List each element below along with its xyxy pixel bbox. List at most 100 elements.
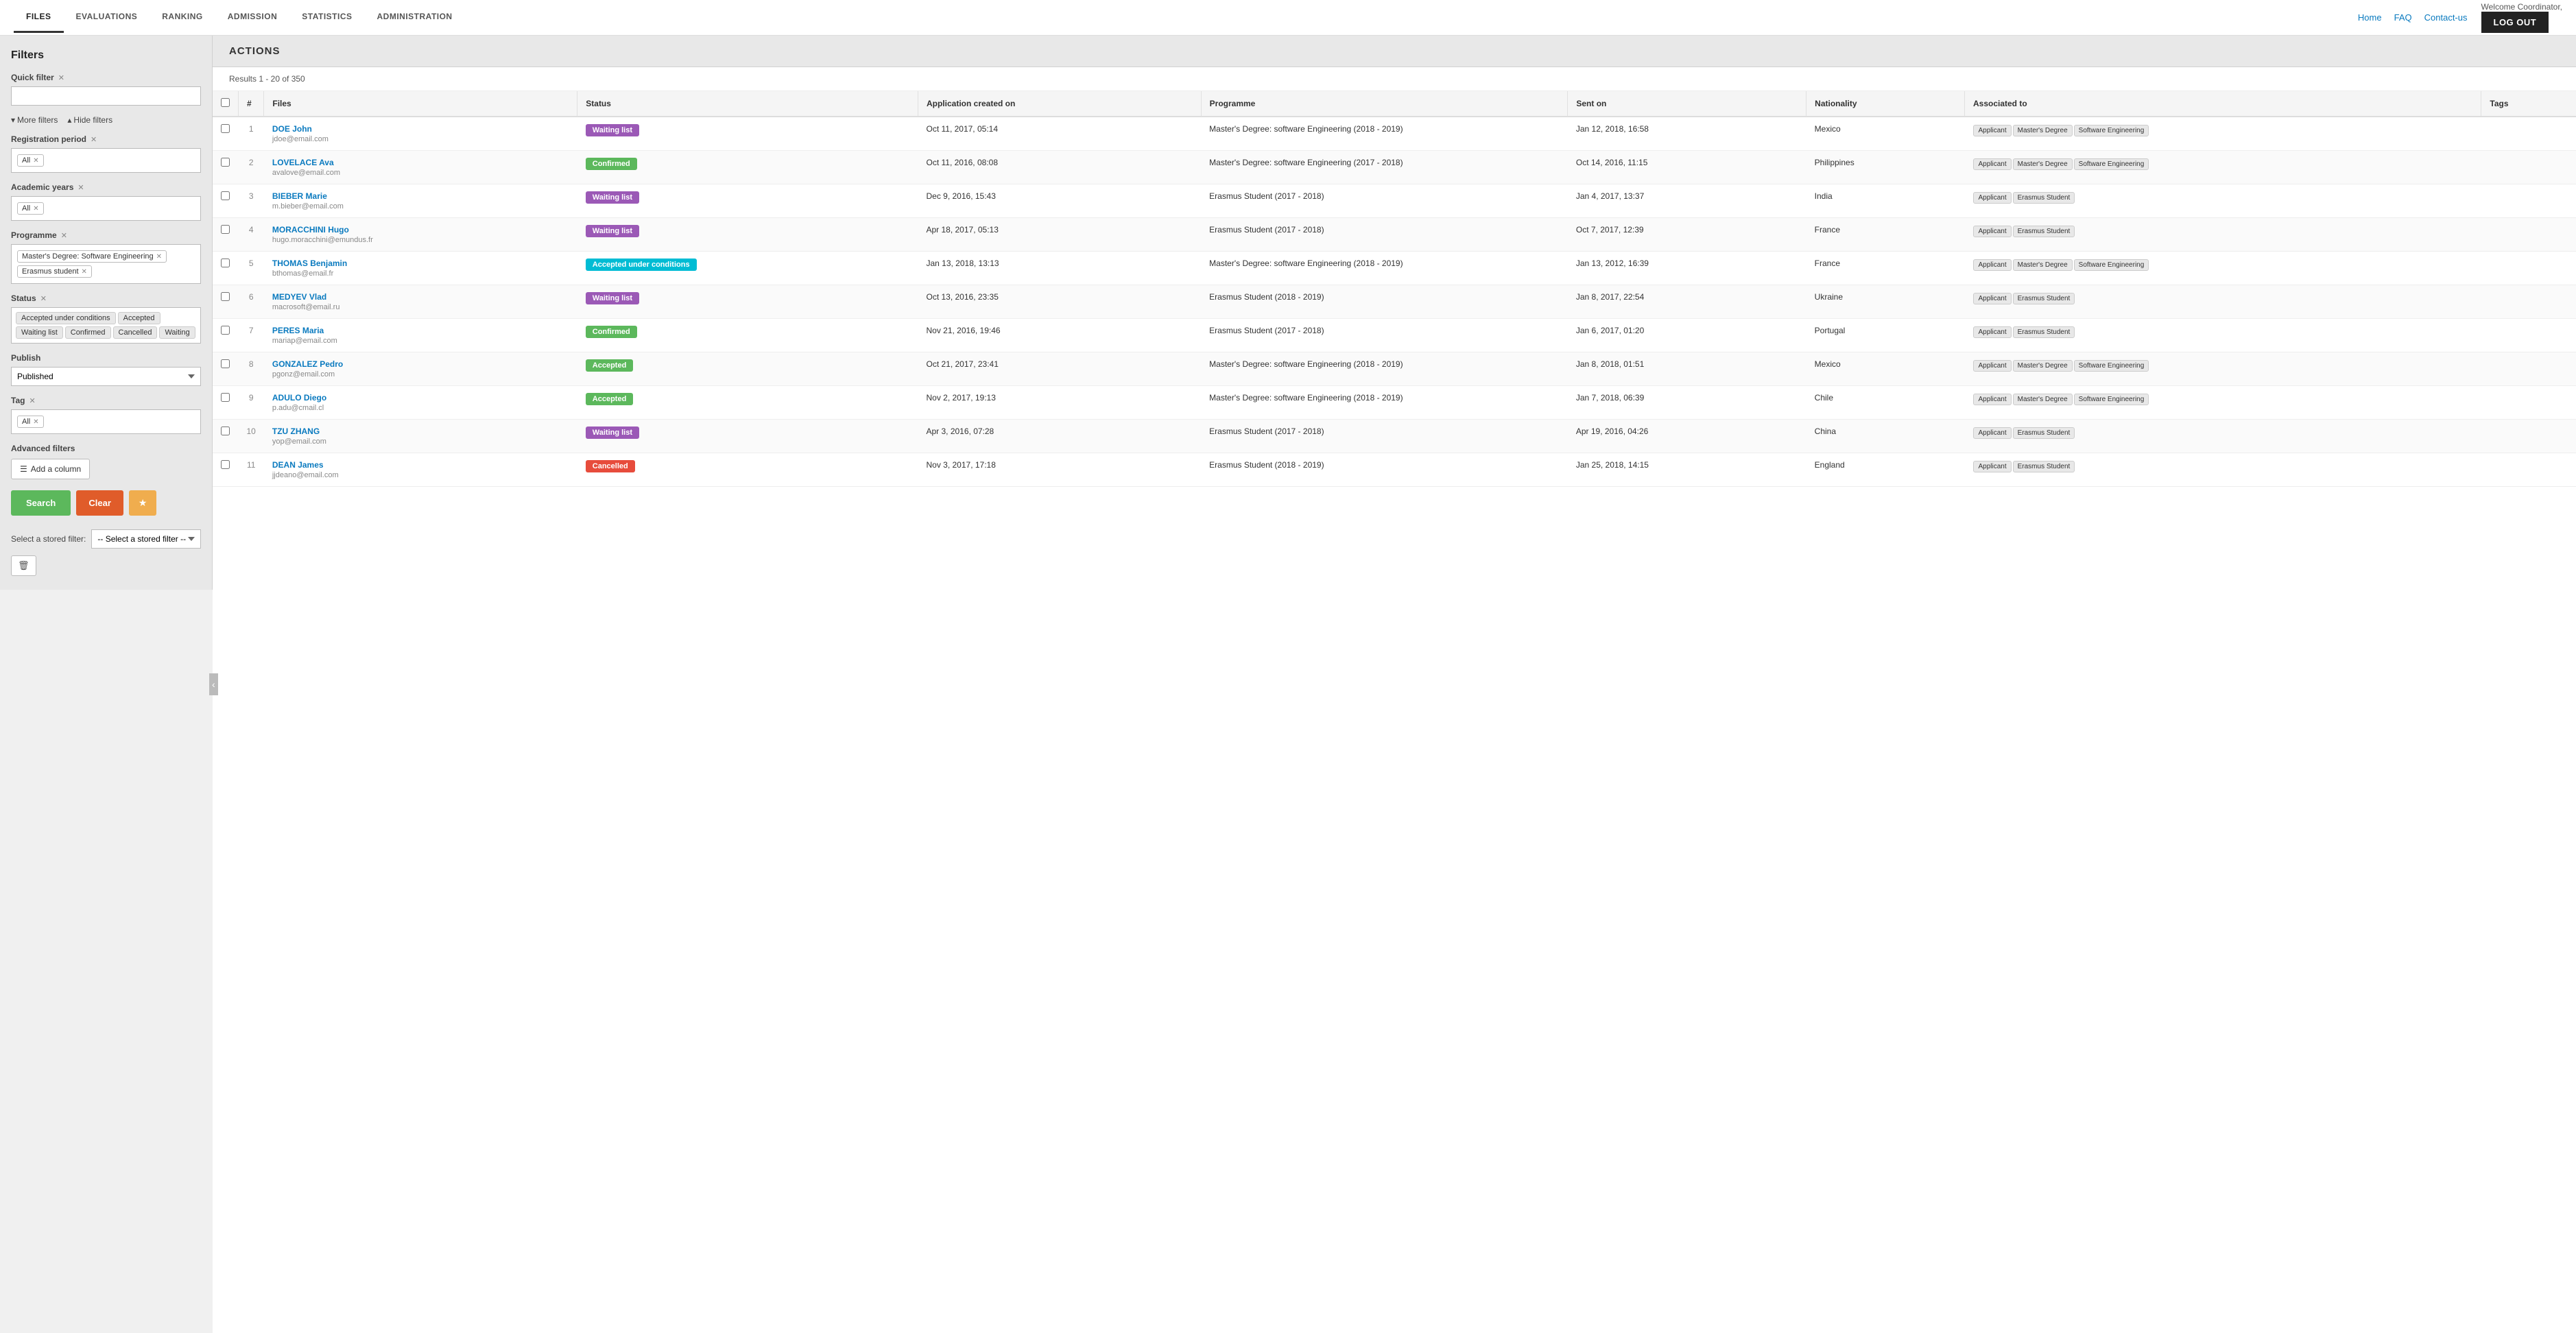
tag-all-pill[interactable]: All ✕	[17, 416, 44, 428]
quick-filter-section: Quick filter ✕	[11, 73, 201, 106]
sidebar-collapse-button[interactable]: ‹	[209, 673, 218, 695]
row-checkbox[interactable]	[221, 158, 230, 167]
tab-evaluations[interactable]: EVALUATIONS	[64, 2, 150, 33]
file-name-link[interactable]: BIEBER Marie	[272, 191, 569, 201]
row-checkbox-cell	[213, 386, 239, 420]
filters-title: Filters	[11, 49, 201, 62]
status-clear[interactable]: ✕	[40, 294, 47, 303]
tab-files[interactable]: FILES	[14, 2, 64, 33]
file-name-link[interactable]: PERES Maria	[272, 326, 569, 335]
tag-badge: Applicant	[1973, 259, 2011, 271]
row-checkbox[interactable]	[221, 326, 230, 335]
table-row: 10 TZU ZHANG yop@email.com Waiting list …	[213, 420, 2576, 453]
tab-administration[interactable]: ADMINISTRATION	[365, 2, 465, 33]
registration-period-clear[interactable]: ✕	[91, 135, 97, 144]
tag-clear[interactable]: ✕	[29, 396, 35, 405]
row-status: Waiting list	[577, 420, 918, 453]
programme-label: Programme ✕	[11, 230, 201, 240]
table-row: 9 ADULO Diego p.adu@cmail.cl Accepted No…	[213, 386, 2576, 420]
row-status: Accepted under conditions	[577, 252, 918, 285]
trash-row: 🗑	[11, 555, 201, 576]
status-pill-waiting-list[interactable]: Waiting list	[16, 326, 63, 339]
academic-years-all-remove[interactable]: ✕	[33, 205, 38, 213]
row-sent-on: Jan 8, 2018, 01:51	[1568, 352, 1806, 386]
row-checkbox[interactable]	[221, 427, 230, 435]
tag-all-remove[interactable]: ✕	[33, 418, 38, 426]
row-tags: ApplicantErasmus Student	[1964, 453, 2481, 487]
quick-filter-clear[interactable]: ✕	[58, 73, 64, 82]
row-programme: Master's Degree: software Engineering (2…	[1201, 386, 1568, 420]
main-layout: Filters Quick filter ✕ ▾ More filters ▴ …	[0, 36, 2576, 1333]
programme-tag-masters-remove[interactable]: ✕	[156, 253, 162, 261]
tab-ranking[interactable]: RANKING	[150, 2, 215, 33]
col-header-associated-to: Associated to	[1964, 91, 2481, 117]
row-checkbox[interactable]	[221, 292, 230, 301]
tab-admission[interactable]: ADMISSION	[215, 2, 290, 33]
reg-period-all-pill[interactable]: All ✕	[17, 154, 44, 167]
clear-button[interactable]: Clear	[76, 490, 123, 516]
row-checkbox[interactable]	[221, 393, 230, 402]
file-name-link[interactable]: TZU ZHANG	[272, 427, 569, 436]
status-badge: Accepted under conditions	[586, 259, 697, 271]
publish-select[interactable]: Published Unpublished All	[11, 367, 201, 386]
row-nationality: Mexico	[1806, 117, 1965, 151]
row-checkbox[interactable]	[221, 225, 230, 234]
row-checkbox[interactable]	[221, 460, 230, 469]
programme-tag-masters[interactable]: Master's Degree: Software Engineering ✕	[17, 250, 167, 263]
status-label: Status ✕	[11, 293, 201, 303]
status-pill-waiting[interactable]: Waiting	[159, 326, 195, 339]
file-name-link[interactable]: DOE John	[272, 124, 569, 134]
row-checkbox[interactable]	[221, 191, 230, 200]
row-programme: Erasmus Student (2018 - 2019)	[1201, 285, 1568, 319]
select-all-checkbox[interactable]	[221, 98, 230, 107]
logout-button[interactable]: LOG OUT	[2481, 12, 2549, 33]
status-pill-confirmed[interactable]: Confirmed	[65, 326, 111, 339]
reg-period-all-remove[interactable]: ✕	[33, 157, 38, 165]
programme-clear[interactable]: ✕	[61, 231, 67, 240]
row-checkbox[interactable]	[221, 359, 230, 368]
file-email: mariap@email.com	[272, 337, 337, 345]
status-pill-accepted-conditions[interactable]: Accepted under conditions	[16, 312, 116, 324]
link-contact[interactable]: Contact-us	[2424, 12, 2468, 23]
quick-filter-input[interactable]	[11, 86, 201, 106]
file-name-link[interactable]: GONZALEZ Pedro	[272, 359, 569, 369]
file-email: hugo.moracchini@emundus.fr	[272, 236, 373, 244]
search-button[interactable]: Search	[11, 490, 71, 516]
academic-years-clear[interactable]: ✕	[77, 183, 84, 192]
row-extra-tags	[2481, 420, 2576, 453]
file-name-link[interactable]: MEDYEV Vlad	[272, 292, 569, 302]
status-badge: Confirmed	[586, 158, 637, 170]
more-filters-toggle[interactable]: ▾ More filters	[11, 115, 58, 125]
programme-tag-erasmus[interactable]: Erasmus student ✕	[17, 265, 92, 278]
file-name-link[interactable]: DEAN James	[272, 460, 569, 470]
status-badge: Accepted	[586, 393, 634, 405]
link-faq[interactable]: FAQ	[2394, 12, 2412, 23]
tab-statistics[interactable]: STATISTICS	[289, 2, 364, 33]
tag-section: Tag ✕ All ✕	[11, 396, 201, 434]
row-checkbox-cell	[213, 252, 239, 285]
status-pill-cancelled[interactable]: Cancelled	[113, 326, 158, 339]
programme-tag-erasmus-remove[interactable]: ✕	[82, 268, 87, 276]
status-pill-accepted[interactable]: Accepted	[118, 312, 160, 324]
file-name-link[interactable]: ADULO Diego	[272, 393, 569, 403]
tag-container: All ✕	[11, 409, 201, 434]
academic-years-all-pill[interactable]: All ✕	[17, 202, 44, 215]
file-name-link[interactable]: LOVELACE Ava	[272, 158, 569, 167]
tag-badge: Erasmus Student	[2013, 427, 2075, 439]
row-sent-on: Jan 6, 2017, 01:20	[1568, 319, 1806, 352]
row-checkbox[interactable]	[221, 124, 230, 133]
file-name-link[interactable]: THOMAS Benjamin	[272, 259, 569, 268]
row-sent-on: Apr 19, 2016, 04:26	[1568, 420, 1806, 453]
row-checkbox-cell	[213, 319, 239, 352]
row-checkbox[interactable]	[221, 259, 230, 267]
row-checkbox-cell	[213, 352, 239, 386]
stored-filter-select[interactable]: -- Select a stored filter --	[91, 529, 201, 549]
table-row: 11 DEAN James jjdeano@email.com Cancelle…	[213, 453, 2576, 487]
favorite-button[interactable]: ★	[129, 490, 157, 516]
add-column-button[interactable]: ☰ Add a column	[11, 459, 90, 479]
trash-button[interactable]: 🗑	[11, 555, 36, 576]
hide-filters-toggle[interactable]: ▴ Hide filters	[67, 115, 112, 125]
list-icon: ☰	[20, 464, 27, 474]
file-name-link[interactable]: MORACCHINI Hugo	[272, 225, 569, 235]
link-home[interactable]: Home	[2358, 12, 2382, 23]
